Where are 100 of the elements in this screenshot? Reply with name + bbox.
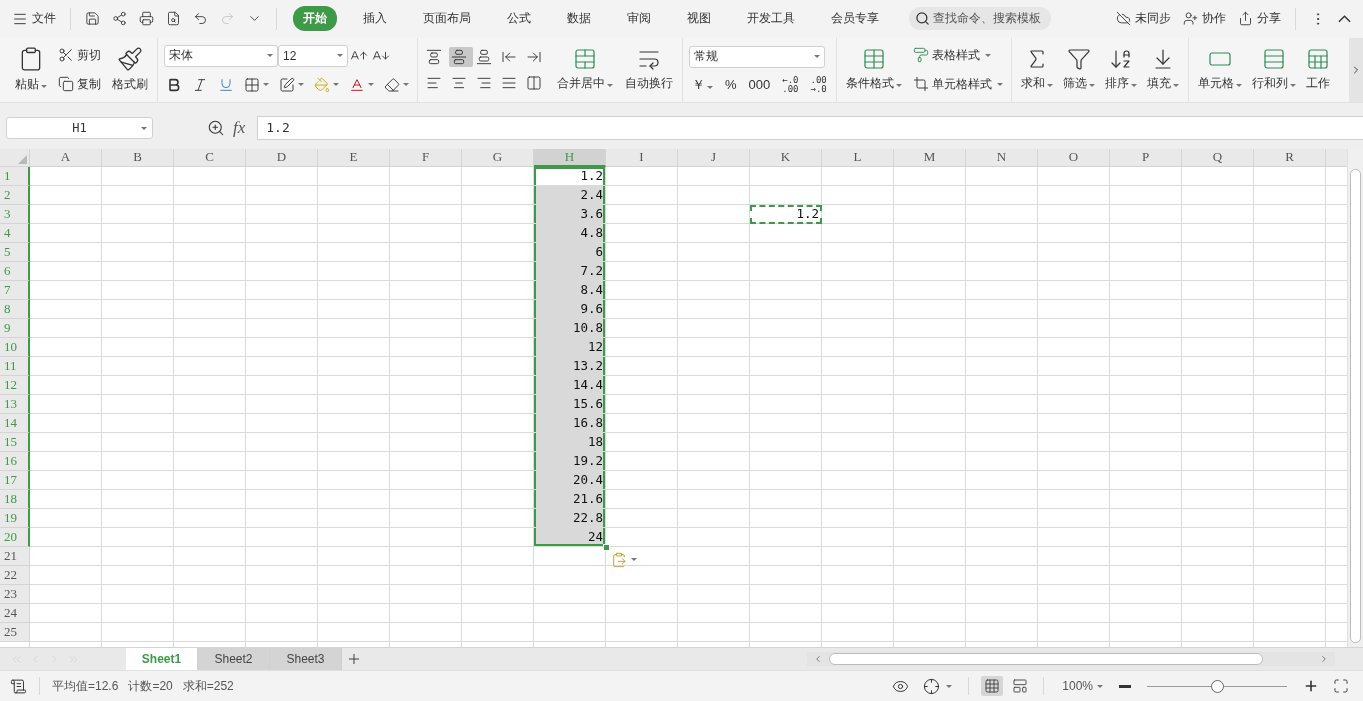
merge-icon: [573, 47, 597, 72]
action-button[interactable]: 未同步: [1112, 7, 1175, 31]
format-painter-button[interactable]: 格式刷: [109, 44, 151, 96]
caret-icon: [337, 54, 343, 58]
editing-button[interactable]: 填充: [1143, 45, 1182, 95]
brush-icon: [117, 46, 143, 73]
caret-icon: [1172, 84, 1179, 88]
scroll-left-icon: [813, 654, 823, 665]
action-button[interactable]: 分享: [1234, 7, 1285, 31]
rows-columns-icon: [1261, 47, 1286, 72]
roller-icon: [912, 47, 929, 64]
caret-icon: [1130, 84, 1137, 88]
caret-icon: [333, 83, 339, 87]
ribbon-tab[interactable]: 视图: [677, 6, 721, 32]
number-format-field[interactable]: 常规: [689, 45, 825, 68]
paste-button[interactable]: 粘贴: [12, 44, 50, 96]
cloud-icon: [1116, 11, 1131, 27]
caret-icon: [946, 684, 953, 688]
zoom-dropdown[interactable]: 100%: [1056, 678, 1109, 695]
worksheet-icon: [1305, 47, 1330, 72]
align-top-icon: [426, 48, 442, 65]
status-stat: 计数=20: [128, 677, 173, 695]
percent-button[interactable]: %: [722, 77, 740, 93]
fill-handle[interactable]: [603, 543, 610, 551]
cells-button[interactable]: 行和列: [1248, 45, 1299, 95]
editing-button[interactable]: 排序: [1101, 45, 1140, 95]
print-icon: [139, 11, 154, 27]
font-color-icon: [349, 76, 365, 93]
font-size-field[interactable]: 12: [278, 44, 348, 67]
share-icon: [1238, 11, 1253, 27]
copy-button[interactable]: 复制: [56, 73, 103, 95]
normal-view-icon: [984, 678, 1001, 695]
thousands-button[interactable]: 000: [745, 77, 774, 93]
wrap-text-button[interactable]: 自动换行: [622, 45, 676, 95]
caret-icon: [895, 84, 902, 88]
caret-icon: [298, 83, 304, 87]
file-menu[interactable]: 文件: [8, 7, 60, 31]
caret-icon: [607, 84, 613, 88]
cells-button[interactable]: 工作: [1302, 45, 1333, 95]
caret-icon: [631, 558, 637, 562]
copy-icon: [58, 76, 74, 93]
minus-icon: [1119, 684, 1131, 688]
distributed-icon: [526, 74, 542, 91]
scroll-right-icon: [1319, 654, 1329, 665]
status-stat: 平均值=12.6: [52, 677, 119, 695]
vertical-scrollbar[interactable]: [1347, 148, 1363, 648]
ribbon-tab[interactable]: 数据: [557, 6, 601, 32]
name-box[interactable]: H1: [6, 116, 153, 139]
macro-icon: [10, 677, 27, 695]
currency-button[interactable]: ￥: [689, 75, 716, 94]
increase-decimal-button[interactable]: ←.0 .00: [779, 75, 802, 94]
search-icon: [915, 11, 930, 27]
function-label[interactable]: fx: [233, 117, 246, 138]
caret-icon: [814, 55, 820, 59]
caret-icon: [41, 85, 47, 89]
ribbon-tab[interactable]: 页面布局: [413, 6, 481, 32]
bold-icon: [166, 76, 182, 93]
decrease-decimal-button[interactable]: .00 →.0: [807, 75, 830, 94]
crosshair-icon: [923, 677, 941, 695]
ribbon-tab[interactable]: 公式: [497, 6, 541, 32]
action-button[interactable]: 协作: [1179, 7, 1230, 31]
editing-button[interactable]: 求和: [1017, 45, 1056, 95]
share-icon: [112, 11, 127, 27]
ribbon-tab[interactable]: 会员专享: [821, 6, 889, 32]
ribbon-tab[interactable]: 开始: [293, 6, 337, 32]
editing-button[interactable]: 筛选: [1059, 45, 1098, 95]
preview-icon: [166, 11, 181, 27]
conditional-format-button[interactable]: 条件格式: [842, 45, 905, 95]
formula-field[interactable]: 1.2: [257, 115, 1363, 140]
cells-button[interactable]: 单元格: [1194, 45, 1245, 95]
sheet-tab[interactable]: Sheet3: [270, 648, 342, 671]
sheet-tab[interactable]: Sheet2: [198, 648, 270, 671]
ribbon-tab[interactable]: 插入: [353, 6, 397, 32]
align-bottom-icon: [476, 48, 492, 65]
sheet-tab[interactable]: Sheet1: [126, 648, 198, 671]
caret-icon: [996, 82, 1003, 86]
merge-center-button[interactable]: 合并居中: [554, 45, 616, 95]
slider-thumb[interactable]: [1211, 679, 1224, 693]
search-field[interactable]: 查找命令、搜索模板: [909, 7, 1051, 31]
border-icon: [244, 76, 260, 93]
save-icon: [85, 11, 100, 27]
caret-icon: [263, 83, 269, 87]
horizontal-scrollbar[interactable]: [807, 652, 1335, 667]
ribbon-tab[interactable]: 审阅: [617, 6, 661, 32]
cut-button[interactable]: 剪切: [56, 44, 103, 66]
clipboard-icon: [611, 551, 627, 568]
ribbon-tab[interactable]: 开发工具: [737, 6, 805, 32]
eraser-icon: [384, 76, 400, 93]
undo-icon: [193, 11, 208, 27]
cell-style-button[interactable]: 单元格样式: [910, 73, 1005, 95]
crop-icon: [912, 76, 929, 93]
align-button[interactable]: [449, 46, 473, 67]
caret-icon: [1235, 84, 1242, 88]
table-style-button[interactable]: 表格样式: [910, 44, 1005, 66]
caret-icon: [707, 85, 713, 89]
italic-icon: [192, 76, 208, 93]
caret-icon: [403, 83, 409, 87]
view-button[interactable]: [981, 676, 1004, 697]
font-name-field[interactable]: 宋体: [164, 44, 278, 67]
collapse-icon: [1338, 14, 1351, 23]
